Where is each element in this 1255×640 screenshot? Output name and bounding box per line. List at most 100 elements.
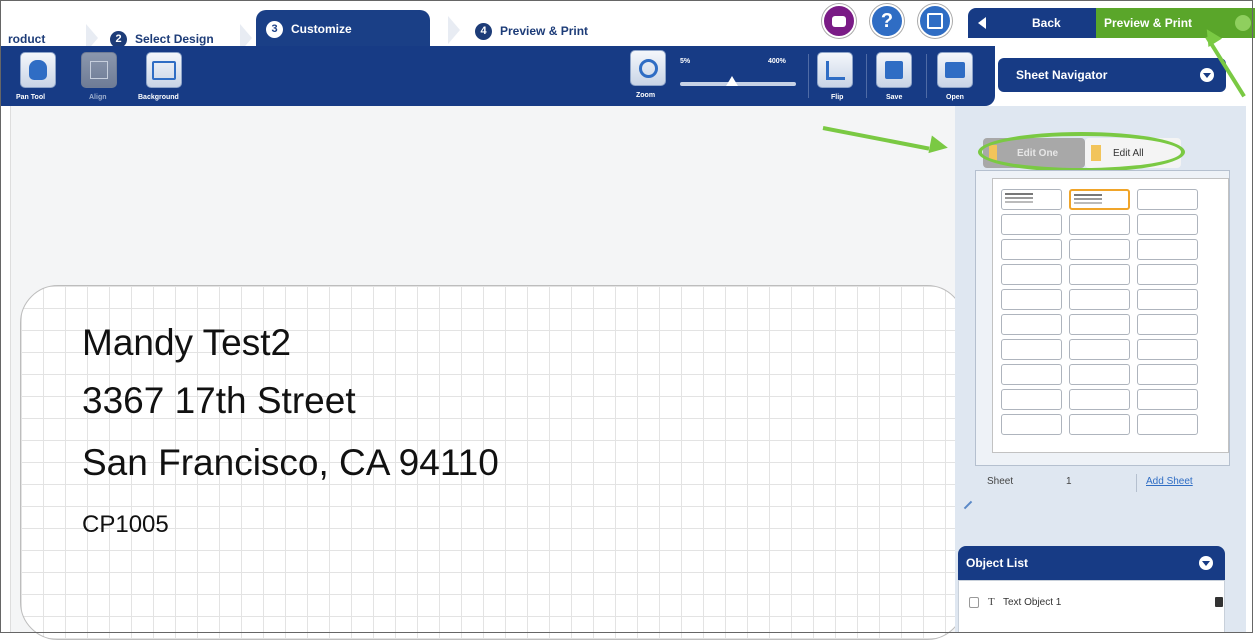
object-list: T Text Object 1 (958, 580, 1225, 633)
trash-icon[interactable] (1215, 597, 1223, 607)
zoom-min-label: 5% (680, 58, 691, 65)
step-separator (448, 16, 460, 44)
sheet-label-cell[interactable] (1137, 414, 1198, 435)
address-line-code[interactable]: CP1005 (82, 511, 169, 539)
sheet-label-cell[interactable] (1069, 389, 1130, 410)
sheet-label-cell[interactable] (1069, 414, 1130, 435)
add-sheet-link[interactable]: Add Sheet (1146, 476, 1193, 487)
sheet-label-cell[interactable] (1069, 189, 1130, 210)
open-button[interactable] (937, 52, 973, 88)
sheet-label-cell[interactable] (1001, 364, 1062, 385)
step-label: roduct (8, 32, 46, 46)
monitor-icon (152, 60, 176, 80)
lock-icon[interactable] (969, 597, 979, 608)
magnifier-icon (638, 58, 658, 78)
fullscreen-icon (927, 13, 943, 29)
preview-print-button[interactable]: Preview & Print (1096, 8, 1255, 38)
step-number: 4 (475, 22, 492, 40)
sheet-label-cell[interactable] (1137, 264, 1198, 285)
sheet-label-cell[interactable] (1069, 289, 1130, 310)
flip-label: Flip (831, 94, 844, 101)
sheet-label-cell[interactable] (1137, 189, 1198, 210)
sheet-label-cell[interactable] (1069, 264, 1130, 285)
divider (1136, 474, 1137, 492)
floppy-icon (885, 61, 903, 79)
help-icon: ? (880, 9, 894, 32)
sheet-label-cell[interactable] (1069, 339, 1130, 360)
sheet-label-cell[interactable] (1001, 289, 1062, 310)
pan-tool-label: Pan Tool (16, 94, 46, 101)
back-button[interactable]: Back (968, 8, 1096, 38)
mini-address-preview (1005, 193, 1033, 195)
step-label: Preview & Print (500, 24, 589, 38)
toolbar-divider (866, 54, 867, 98)
sheet-label-cell[interactable] (1137, 314, 1198, 335)
sheet-label-cell[interactable] (1001, 214, 1062, 235)
sheet-label-cell[interactable] (1137, 214, 1198, 235)
sheet-navigator-title: Sheet Navigator (1016, 68, 1108, 82)
step-preview-print[interactable]: 4 Preview & Print (475, 16, 588, 46)
save-button[interactable] (876, 52, 912, 88)
back-arrow-icon (978, 17, 986, 29)
address-line-city[interactable]: San Francisco, CA 94110 (82, 442, 499, 484)
sheet-label-cell[interactable] (1001, 314, 1062, 335)
object-list-title: Object List (966, 556, 1029, 570)
fullscreen-button[interactable] (918, 4, 952, 38)
sheet-label-cell[interactable] (1069, 239, 1130, 260)
list-item[interactable]: T Text Object 1 (959, 591, 1224, 615)
chevron-down-icon[interactable] (1199, 556, 1213, 570)
sheet-number: 1 (1066, 476, 1072, 487)
step-label: Customize (291, 22, 352, 36)
align-button[interactable] (81, 52, 117, 88)
flip-button[interactable] (817, 52, 853, 88)
address-line-name[interactable]: Mandy Test2 (82, 322, 291, 364)
sheet-label-cell[interactable] (1001, 264, 1062, 285)
sheet-label-cell[interactable] (1001, 189, 1062, 210)
canvas-left-margin (0, 106, 11, 633)
open-icon (945, 62, 965, 78)
chevron-down-icon[interactable] (1200, 68, 1214, 82)
object-list-header[interactable]: Object List (958, 546, 1225, 580)
sheet-preview (992, 178, 1229, 453)
edit-toggle-group: Edit One Edit All (978, 132, 1185, 172)
highlight-ellipse (978, 132, 1185, 172)
step-number: 3 (266, 20, 283, 38)
text-type-icon: T (988, 596, 995, 608)
align-icon (90, 61, 108, 79)
step-number: 2 (110, 30, 127, 48)
annotation-arrowhead (928, 135, 950, 157)
sheet-label-cell[interactable] (1137, 364, 1198, 385)
toolbar-divider (808, 54, 809, 98)
zoom-button[interactable] (630, 50, 666, 86)
object-label: Text Object 1 (1003, 597, 1062, 608)
sheet-label-cell[interactable] (1001, 339, 1062, 360)
sheet-label-cell[interactable] (1137, 289, 1198, 310)
sheet-label-cell[interactable] (1069, 214, 1130, 235)
mini-address-preview (1074, 194, 1102, 196)
sheet-label-cell[interactable] (1137, 389, 1198, 410)
step-label: Select Design (135, 32, 214, 46)
flip-icon (825, 60, 845, 80)
sheet-navigator-header[interactable]: Sheet Navigator (998, 58, 1226, 92)
step-customize-active[interactable]: 3 Customize (256, 10, 430, 48)
sheet-label-cell[interactable] (1137, 339, 1198, 360)
sheet-label-cell[interactable] (1001, 389, 1062, 410)
sheet-label-cell[interactable] (1001, 239, 1062, 260)
sheet-label-cell[interactable] (1069, 314, 1130, 335)
save-label: Save (886, 94, 903, 101)
zoom-slider-thumb[interactable] (726, 76, 739, 86)
background-label: Background (138, 94, 179, 101)
align-label: Align (89, 94, 107, 101)
pan-tool-button[interactable] (20, 52, 56, 88)
sheet-label-cell[interactable] (1069, 364, 1130, 385)
sheet-label: Sheet (987, 476, 1014, 487)
back-label: Back (1032, 16, 1061, 30)
background-button[interactable] (146, 52, 182, 88)
help-button[interactable]: ? (870, 4, 904, 38)
preview-print-label: Preview & Print (1104, 16, 1193, 30)
sheet-label-cell[interactable] (1137, 239, 1198, 260)
sheet-label-cell[interactable] (1001, 414, 1062, 435)
forward-arrow-icon (1235, 15, 1251, 31)
address-line-street[interactable]: 3367 17th Street (82, 380, 356, 422)
chat-icon-button[interactable] (822, 4, 856, 38)
